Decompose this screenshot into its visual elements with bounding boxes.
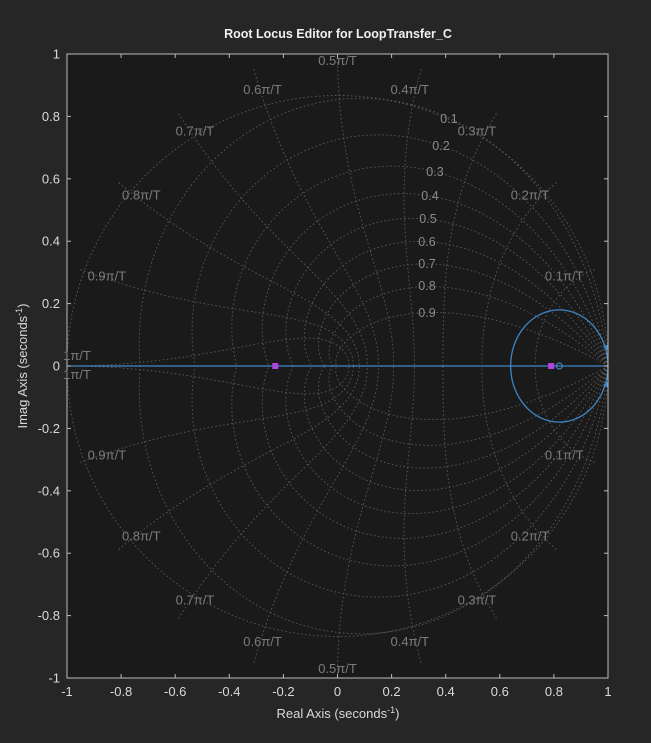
y-tick-label: -0.4 — [38, 483, 60, 498]
x-tick-label: 1 — [604, 684, 611, 699]
x-tick-label: -0.4 — [218, 684, 240, 699]
damping-label: 0.9 — [418, 306, 435, 320]
natural-freq-label: 0.8π/T — [122, 528, 161, 543]
y-tick-label: -0.6 — [38, 546, 60, 561]
y-tick-label: 0.8 — [42, 109, 60, 124]
natural-freq-label: 0.3π/T — [458, 123, 497, 138]
chart-title: Root Locus Editor for LoopTransfer_C — [224, 27, 452, 41]
damping-label: 0.5 — [419, 212, 436, 226]
natural-freq-label: 0.3π/T — [458, 593, 497, 608]
y-tick-label: 0.2 — [42, 296, 60, 311]
x-tick-label: 0.2 — [383, 684, 401, 699]
natural-freq-label: 0.2π/T — [511, 188, 550, 203]
natural-freq-label: 0.9π/T — [88, 448, 127, 463]
plot-area[interactable] — [66, 53, 609, 679]
closed-loop-pole-marker[interactable] — [548, 363, 555, 369]
natural-freq-label: 0.6π/T — [243, 82, 282, 97]
damping-label: 0.1 — [440, 112, 457, 126]
x-tick-label: 0.4 — [437, 684, 455, 699]
x-tick-label: -1 — [61, 684, 73, 699]
x-tick-label: -0.8 — [110, 684, 132, 699]
natural-freq-label: 0.4π/T — [391, 82, 430, 97]
closed-loop-pole-marker[interactable] — [272, 363, 279, 369]
natural-freq-label: 0.5π/T — [318, 53, 357, 68]
damping-label: 0.7 — [418, 257, 435, 271]
natural-freq-label: 1π/T — [63, 348, 91, 363]
x-axis-label: Real Axis (seconds-1) — [277, 705, 400, 721]
root-locus-figure: Root Locus Editor for LoopTransfer_C -1-… — [0, 0, 651, 743]
x-tick-label: -0.6 — [164, 684, 186, 699]
x-tick-label: -0.2 — [272, 684, 294, 699]
natural-freq-label: 1π/T — [63, 367, 91, 382]
y-tick-label: 0.6 — [42, 171, 60, 186]
y-tick-label: -1 — [48, 671, 60, 686]
natural-freq-label: 0.9π/T — [88, 268, 127, 283]
natural-freq-label: 0.8π/T — [122, 188, 161, 203]
natural-freq-label: 0.1π/T — [545, 268, 584, 283]
damping-label: 0.6 — [418, 235, 435, 249]
natural-freq-label: 0.7π/T — [176, 593, 215, 608]
natural-freq-label: 0.4π/T — [391, 634, 430, 649]
natural-freq-label: 0.2π/T — [511, 528, 550, 543]
y-tick-label: -0.2 — [38, 421, 60, 436]
damping-label: 0.3 — [426, 165, 443, 179]
y-tick-label: 0.4 — [42, 234, 60, 249]
y-tick-label: 1 — [53, 47, 60, 62]
y-tick-label: -0.8 — [38, 608, 60, 623]
x-tick-label: 0.6 — [491, 684, 509, 699]
natural-freq-label: 0.1π/T — [545, 448, 584, 463]
natural-freq-label: 0.6π/T — [243, 634, 282, 649]
y-tick-label: 0 — [53, 359, 60, 374]
damping-label: 0.8 — [418, 279, 435, 293]
natural-freq-label: 0.5π/T — [318, 661, 357, 676]
damping-label: 0.4 — [421, 189, 438, 203]
x-tick-label: 0.8 — [545, 684, 563, 699]
natural-freq-label: 0.7π/T — [176, 123, 215, 138]
damping-label: 0.2 — [432, 139, 449, 153]
y-axis-label: Imag Axis (seconds-1) — [14, 303, 30, 428]
x-tick-label: 0 — [334, 684, 341, 699]
